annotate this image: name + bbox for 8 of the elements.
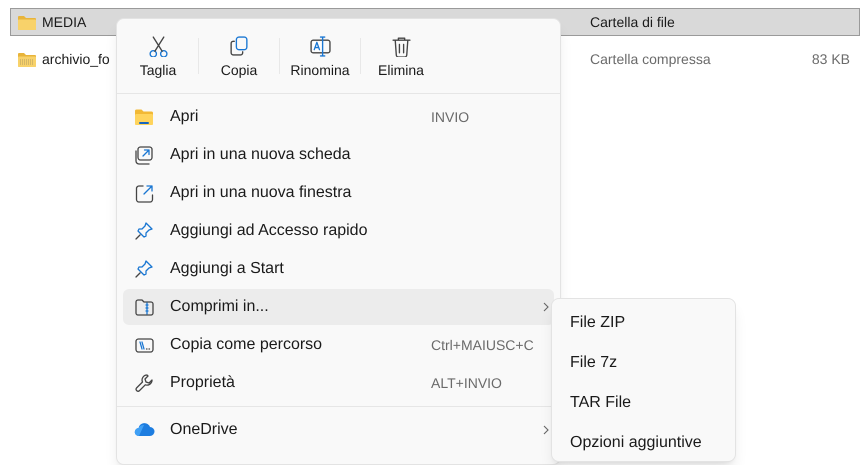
shortcut-label: Ctrl+MAIUSC+C (431, 336, 535, 354)
file-type: Cartella compressa (590, 50, 712, 69)
shortcut-label: INVIO (431, 108, 470, 126)
file-type: Cartella di file (590, 12, 676, 32)
file-size: 83 KB (810, 50, 850, 68)
shortcut-label: ALT+INVIO (431, 374, 503, 392)
file-name: MEDIA (42, 12, 88, 32)
file-name: archivio_fo (42, 50, 111, 69)
